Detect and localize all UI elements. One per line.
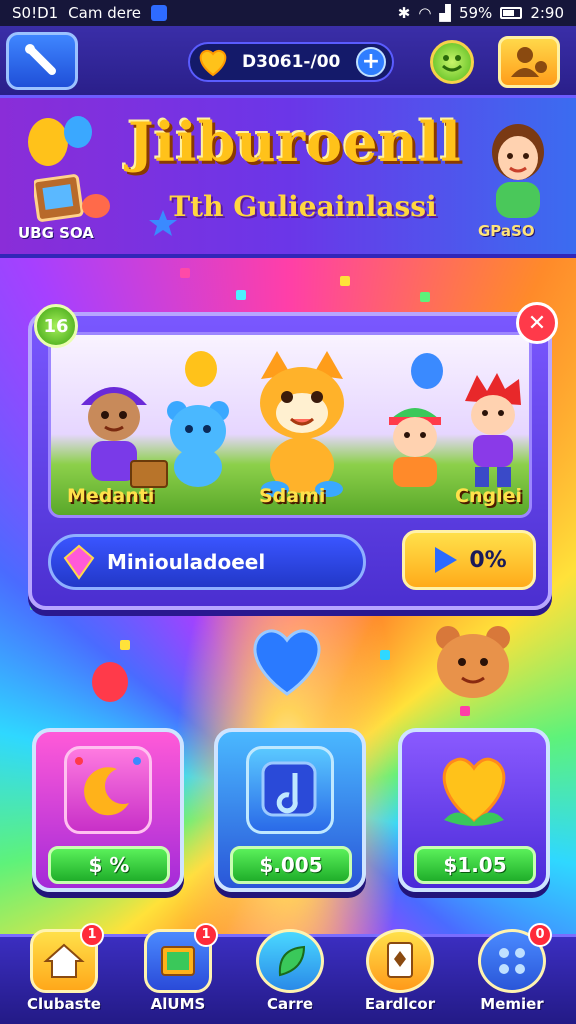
nav-badge-members: 0 bbox=[528, 923, 552, 947]
boy-cap-character[interactable] bbox=[381, 395, 449, 491]
top-bar: D3061-/00 + bbox=[0, 26, 576, 98]
music-note-icon bbox=[261, 761, 317, 817]
blue-bear-character[interactable] bbox=[163, 397, 233, 489]
play-button[interactable]: 0% bbox=[402, 530, 536, 590]
nav-item-home[interactable]: 1 Clubaste bbox=[18, 923, 110, 1024]
gem-icon bbox=[63, 544, 95, 580]
nav-label-game: Carre bbox=[266, 995, 314, 1013]
price-button-3[interactable]: $1.05 bbox=[414, 846, 536, 884]
red-hair-character[interactable] bbox=[457, 371, 529, 491]
status-app-text: Cam dere bbox=[68, 4, 142, 22]
play-label: 0% bbox=[469, 547, 507, 573]
golden-heart-box-icon bbox=[424, 746, 524, 834]
confetti-piece bbox=[380, 650, 390, 660]
battery-text: 59% bbox=[458, 4, 493, 22]
bottom-navigation: 1 Clubaste 1 AlUMS Carre Eardlcor 0 Memi… bbox=[0, 923, 576, 1024]
mission-label: Miniouladoeel bbox=[107, 550, 266, 574]
leaf-icon bbox=[256, 929, 324, 993]
nav-item-members[interactable]: 0 Memier bbox=[466, 923, 558, 1024]
moon-icon bbox=[75, 757, 141, 816]
star-icon bbox=[149, 210, 177, 236]
balloon-icon bbox=[185, 351, 217, 387]
notification-icon bbox=[151, 5, 168, 21]
nav-item-leaderboard[interactable]: Eardlcor bbox=[354, 929, 446, 1024]
confetti-piece bbox=[460, 706, 470, 716]
shop-item-2[interactable]: $.005 bbox=[214, 728, 366, 892]
balloon-icon bbox=[92, 662, 128, 702]
bluetooth-icon: ✱ bbox=[397, 4, 411, 22]
nav-item-game[interactable]: Carre bbox=[244, 929, 336, 1024]
card-icon bbox=[366, 929, 434, 993]
nav-label-albums: AlUMS bbox=[150, 995, 206, 1013]
confetti-piece bbox=[420, 292, 430, 302]
music-box-icon bbox=[246, 746, 334, 834]
moon-box-icon bbox=[64, 746, 152, 834]
confetti-piece bbox=[120, 640, 130, 650]
emoji-button[interactable] bbox=[430, 40, 474, 84]
confetti-piece bbox=[180, 268, 190, 278]
nav-label-leaderboard: Eardlcor bbox=[364, 995, 436, 1013]
clock-time: 2:90 bbox=[530, 4, 564, 22]
nav-item-albums[interactable]: 1 AlUMS bbox=[132, 923, 224, 1024]
orange-cat-character[interactable] bbox=[247, 349, 357, 499]
coin-value: D3061-/00 bbox=[242, 52, 341, 72]
heart-icon bbox=[253, 629, 321, 696]
girl-character-icon bbox=[492, 124, 544, 218]
character-label-3: Cnglei bbox=[455, 485, 522, 507]
character-scene: Medanti Sdami Cnglei bbox=[48, 332, 532, 518]
wrench-icon bbox=[25, 44, 56, 75]
confetti-piece bbox=[340, 276, 350, 286]
picture-frame-icon bbox=[34, 174, 110, 222]
banner-left-label: UBG SOA bbox=[18, 224, 94, 242]
user-icon bbox=[511, 47, 547, 77]
golden-heart-icon bbox=[442, 757, 506, 826]
character-label-2: Sdami bbox=[259, 485, 326, 507]
wifi-icon: ◠ bbox=[418, 4, 432, 22]
reward-panel: Medanti Sdami Cnglei 16 ✕ Miniouladoeel … bbox=[28, 302, 558, 610]
profile-button[interactable] bbox=[498, 36, 560, 88]
mission-bar[interactable]: Miniouladoeel bbox=[48, 534, 366, 590]
coin-counter: D3061-/00 + bbox=[188, 42, 394, 82]
price-button-2[interactable]: $.005 bbox=[230, 846, 352, 884]
balloons-icon bbox=[28, 116, 92, 166]
back-button[interactable] bbox=[6, 32, 78, 90]
balloon-icon bbox=[411, 353, 443, 389]
nav-label-home: Clubaste bbox=[27, 995, 101, 1013]
shop-item-3[interactable]: $1.05 bbox=[398, 728, 550, 892]
game-title: Jiiburoenll bbox=[128, 110, 462, 174]
nav-badge-home: 1 bbox=[80, 923, 104, 947]
add-coins-button[interactable]: + bbox=[356, 47, 386, 77]
price-button-1[interactable]: $ % bbox=[48, 846, 170, 884]
nav-label-members: Memier bbox=[480, 995, 544, 1013]
bear-character-icon bbox=[436, 626, 510, 698]
status-bar: S0!D1 Cam dere ✱ ◠ ▟ 59% 2:90 bbox=[0, 0, 576, 26]
nav-badge-albums: 1 bbox=[194, 923, 218, 947]
status-left-text: S0!D1 bbox=[12, 4, 59, 22]
character-label-1: Medanti bbox=[67, 485, 155, 507]
game-header-banner: Jiiburoenll Tth Gulieainlassi UBG SOA GP… bbox=[0, 98, 576, 258]
level-badge: 16 bbox=[34, 304, 78, 348]
close-button[interactable]: ✕ bbox=[516, 302, 558, 344]
heart-coin-icon bbox=[199, 49, 227, 77]
game-subtitle: Tth Gulieainlassi bbox=[169, 190, 437, 223]
play-icon bbox=[435, 547, 458, 573]
banner-right-label: GPaSO bbox=[478, 222, 535, 240]
battery-icon bbox=[500, 7, 523, 19]
smiley-icon bbox=[442, 55, 462, 72]
confetti-piece bbox=[236, 290, 246, 300]
signal-icon: ▟ bbox=[439, 4, 451, 22]
shop-item-1[interactable]: $ % bbox=[32, 728, 184, 892]
